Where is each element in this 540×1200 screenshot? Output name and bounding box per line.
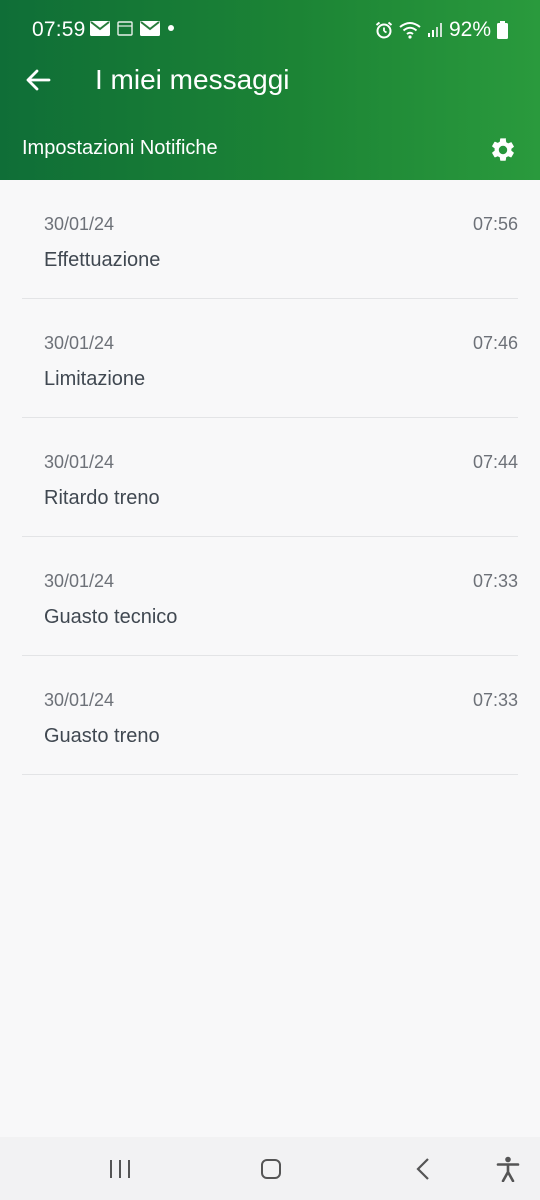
notification-settings-label[interactable]: Impostazioni Notifiche bbox=[22, 137, 218, 160]
battery-icon bbox=[497, 21, 508, 39]
message-item[interactable]: 30/01/24 07:44 Ritardo treno bbox=[22, 418, 518, 537]
message-title: Guasto treno bbox=[44, 725, 160, 747]
message-time: 07:46 bbox=[472, 333, 518, 353]
recent-apps-icon bbox=[110, 1160, 130, 1178]
accessibility-icon bbox=[496, 1156, 520, 1182]
message-title: Guasto tecnico bbox=[44, 606, 178, 628]
message-item[interactable]: 30/01/24 07:46 Limitazione bbox=[22, 299, 518, 418]
app-header: 07:59 92% I miei messaggi Impostazioni N… bbox=[0, 0, 540, 180]
message-item[interactable]: 30/01/24 07:33 Guasto tecnico bbox=[22, 537, 518, 656]
page-title: I miei messaggi bbox=[95, 64, 290, 95]
message-title: Effettuazione bbox=[44, 249, 161, 271]
message-time: 07:56 bbox=[472, 214, 518, 234]
recent-apps-button[interactable] bbox=[102, 1151, 138, 1187]
message-date: 30/01/24 bbox=[44, 214, 115, 234]
status-bar: 07:59 92% bbox=[0, 0, 540, 44]
message-date: 30/01/24 bbox=[44, 333, 115, 353]
message-date: 30/01/24 bbox=[44, 690, 115, 710]
battery-percent: 92% bbox=[448, 18, 491, 41]
message-list: 30/01/24 07:56 Effettuazione 30/01/24 07… bbox=[0, 180, 540, 775]
nav-back-button[interactable] bbox=[405, 1151, 441, 1187]
calendar-icon bbox=[117, 21, 133, 36]
arrow-back-icon bbox=[26, 69, 51, 91]
notification-icons bbox=[90, 20, 175, 36]
home-icon bbox=[261, 1159, 281, 1179]
message-date: 30/01/24 bbox=[44, 571, 115, 591]
alarm-icon bbox=[375, 21, 393, 39]
gear-icon bbox=[492, 138, 514, 161]
dot-icon bbox=[168, 25, 174, 31]
settings-button[interactable] bbox=[486, 133, 520, 167]
message-item[interactable]: 30/01/24 07:33 Guasto treno bbox=[22, 656, 518, 775]
back-button[interactable] bbox=[20, 62, 56, 98]
wifi-icon bbox=[399, 22, 421, 39]
system-icons: 92% bbox=[375, 18, 508, 42]
message-time: 07:44 bbox=[472, 452, 518, 472]
back-icon bbox=[416, 1158, 429, 1180]
message-time: 07:33 bbox=[472, 571, 518, 591]
message-date: 30/01/24 bbox=[44, 452, 115, 472]
accessibility-button[interactable] bbox=[490, 1151, 526, 1187]
home-button[interactable] bbox=[253, 1151, 289, 1187]
status-time: 07:59 bbox=[32, 18, 86, 41]
message-title: Ritardo treno bbox=[44, 487, 160, 509]
system-nav-bar bbox=[0, 1137, 540, 1200]
mail-icon bbox=[140, 20, 160, 36]
message-title: Limitazione bbox=[44, 368, 146, 390]
mail-icon bbox=[90, 20, 110, 36]
signal-icon bbox=[427, 23, 442, 37]
message-time: 07:33 bbox=[472, 690, 518, 710]
message-item[interactable]: 30/01/24 07:56 Effettuazione bbox=[22, 180, 518, 299]
